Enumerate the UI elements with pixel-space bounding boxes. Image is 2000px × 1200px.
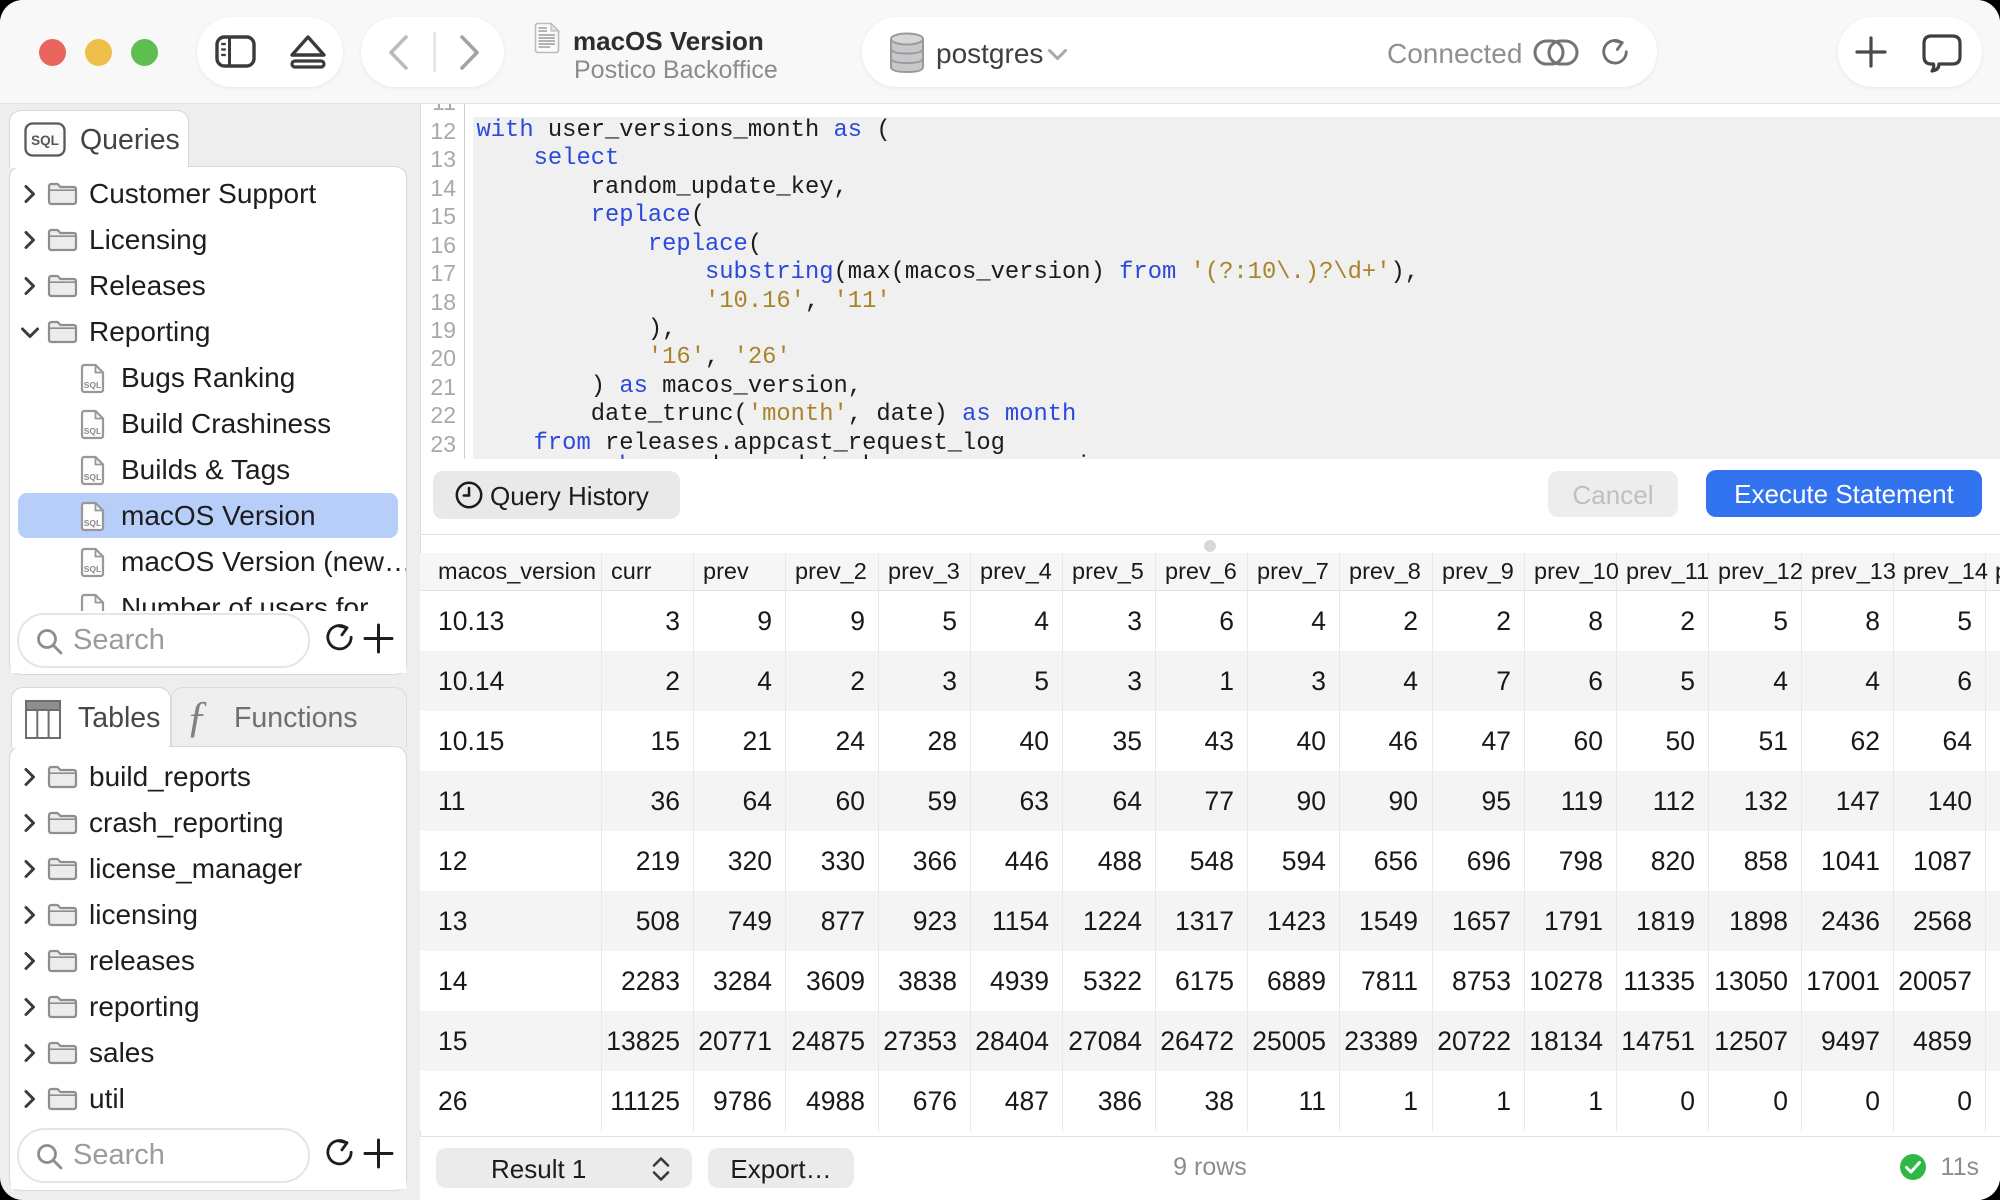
svg-text:SQL: SQL — [84, 518, 101, 528]
svg-text:SQL: SQL — [31, 133, 59, 148]
svg-text:SQL: SQL — [84, 472, 101, 482]
svg-text:SQL: SQL — [84, 564, 101, 574]
svg-text:SQL: SQL — [84, 426, 101, 436]
svg-text:SQL: SQL — [84, 380, 101, 390]
